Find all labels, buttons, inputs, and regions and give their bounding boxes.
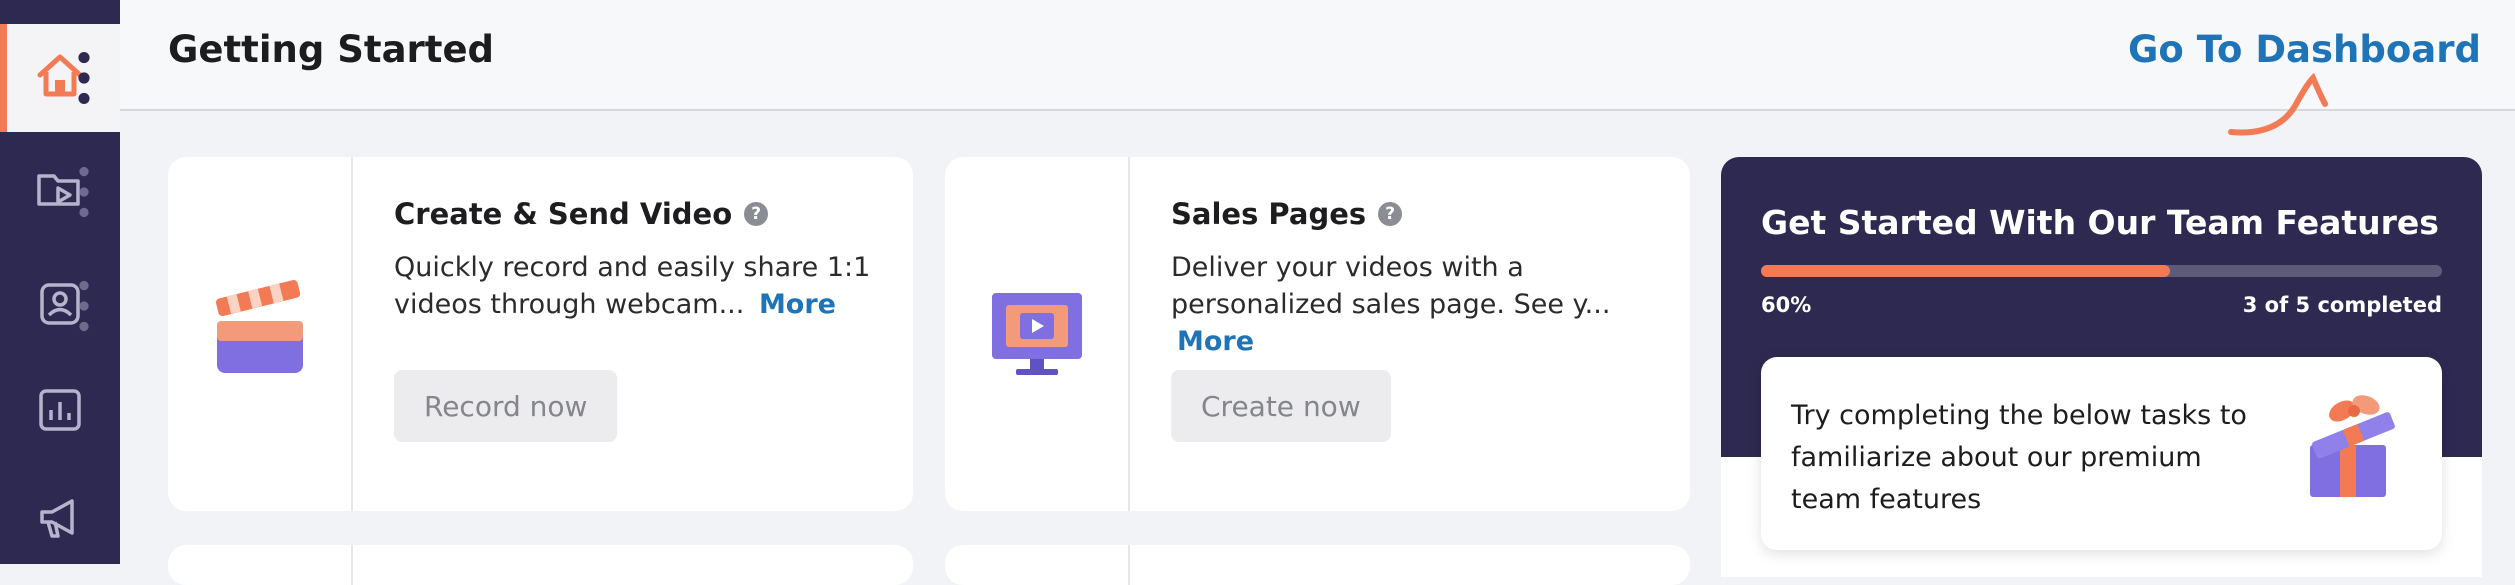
help-icon[interactable]: ? (1378, 202, 1403, 226)
sidebar-item-analytics[interactable] (0, 358, 120, 466)
create-now-button[interactable]: Create now (1171, 370, 1391, 442)
megaphone-icon (34, 492, 86, 548)
progress-count: 3 of 5 completed (2242, 293, 2442, 317)
progress-percent: 60% (1761, 293, 1812, 317)
card-description: Deliver your videos with a personalized … (1171, 252, 1611, 320)
progress-fill (1761, 265, 2170, 277)
card-title: Sales Pages (1171, 197, 1367, 231)
sidebar-item-home[interactable] (0, 24, 120, 132)
team-features-panel: Get Started With Our Team Features 60% 3… (1721, 157, 2482, 577)
more-options-icon[interactable] (58, 52, 110, 104)
record-now-button[interactable]: Record now (394, 370, 618, 442)
help-icon[interactable]: ? (744, 202, 769, 226)
card-partial (168, 545, 913, 585)
card-partial (945, 545, 1690, 585)
top-bar: Getting Started Go To Dashboard (120, 0, 2515, 136)
task-card: Try completing the below tasks to famili… (1761, 357, 2442, 550)
progress-bar (1761, 265, 2442, 277)
sales-pages-card: Sales Pages ? Deliver your videos with a… (945, 157, 1690, 511)
gift-icon (2310, 395, 2395, 497)
curved-arrow-icon (2228, 72, 2328, 136)
card-title: Create & Send Video (394, 197, 733, 231)
analytics-icon (34, 384, 86, 440)
more-link[interactable]: More (1177, 326, 1254, 357)
sidebar-item-contacts[interactable] (0, 252, 120, 360)
create-send-video-card: Create & Send Video ? Quickly record and… (168, 157, 913, 511)
task-text: Try completing the below tasks to famili… (1791, 400, 2247, 515)
page-title: Getting Started (168, 28, 495, 71)
more-link[interactable]: More (759, 289, 836, 320)
team-features-title: Get Started With Our Team Features (1761, 203, 2439, 242)
sidebar-item-videos[interactable] (0, 138, 120, 246)
monitor-play-icon (991, 293, 1082, 375)
more-options-icon[interactable] (58, 166, 110, 218)
clapperboard-icon (215, 280, 303, 373)
sidebar (0, 0, 120, 564)
go-to-dashboard-link[interactable]: Go To Dashboard (2128, 28, 2481, 71)
sidebar-item-campaigns[interactable] (0, 466, 120, 574)
more-options-icon[interactable] (58, 280, 110, 332)
